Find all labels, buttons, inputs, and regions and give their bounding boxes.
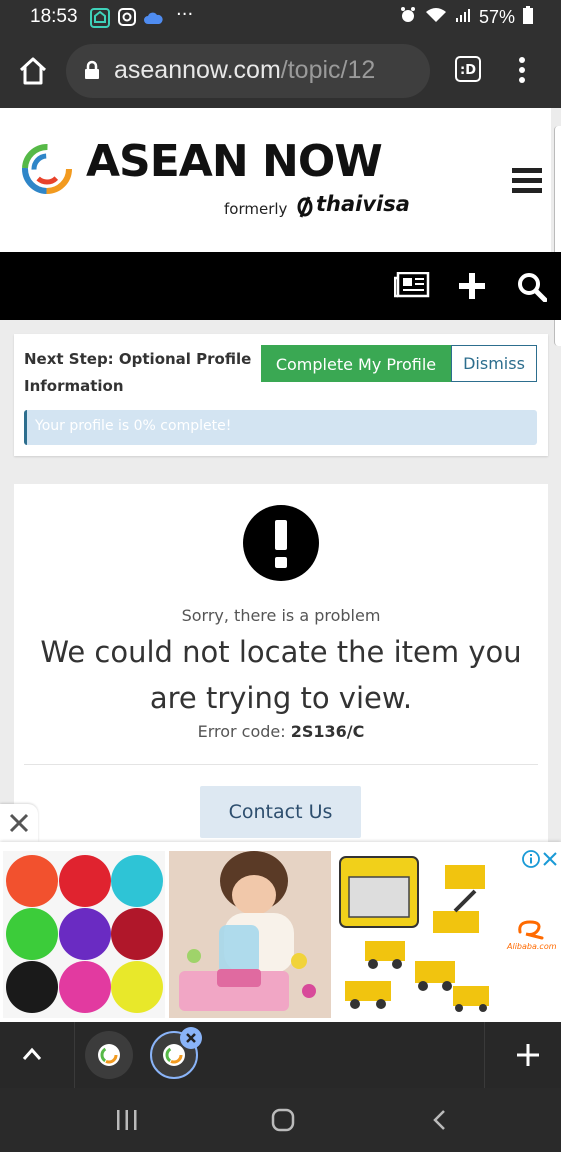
exclamation-alert-icon bbox=[243, 505, 319, 581]
error-code-label: Error code: bbox=[197, 722, 286, 741]
back-icon[interactable] bbox=[432, 1109, 446, 1135]
news-feed-icon[interactable] bbox=[393, 271, 430, 302]
home-icon[interactable] bbox=[18, 56, 48, 90]
cloud-icon bbox=[143, 10, 163, 29]
url-path: /topic/12 bbox=[280, 56, 376, 84]
site-header: ASEAN NOW formerly thaivisa bbox=[0, 108, 551, 252]
search-icon[interactable] bbox=[517, 272, 548, 306]
tab-thumbnail-1[interactable] bbox=[85, 1031, 133, 1079]
wifi-icon bbox=[425, 7, 447, 28]
instagram-icon bbox=[118, 8, 136, 30]
lock-icon bbox=[84, 60, 100, 84]
address-bar[interactable]: aseannow.com/topic/12 bbox=[66, 44, 430, 98]
home-nav-icon[interactable] bbox=[271, 1108, 295, 1136]
dismiss-button[interactable]: Dismiss bbox=[451, 345, 537, 382]
error-sorry-text: Sorry, there is a problem bbox=[181, 606, 381, 625]
site-logo-text[interactable]: ASEAN NOW bbox=[86, 136, 383, 187]
system-navigation-bar bbox=[0, 1088, 561, 1152]
ad-image-construction-toys[interactable] bbox=[335, 851, 495, 1018]
profile-step-title: Next Step: Optional Profile Information bbox=[24, 350, 252, 395]
profile-progress-text: Your profile is 0% complete! bbox=[35, 418, 232, 434]
ad-close-icon[interactable] bbox=[543, 851, 557, 870]
close-tab-icon[interactable] bbox=[180, 1027, 202, 1049]
divider bbox=[484, 1022, 485, 1088]
error-code-line: Error code: 2S136/C bbox=[14, 722, 548, 741]
ad-banner[interactable]: Alibaba.com bbox=[0, 842, 561, 1022]
new-tab-plus-icon[interactable] bbox=[517, 1044, 539, 1070]
divider bbox=[74, 1022, 75, 1088]
battery-icon bbox=[523, 6, 533, 29]
status-bar: 18:53 ··· 57% bbox=[0, 0, 561, 34]
error-code-value: 2S136/C bbox=[290, 722, 365, 741]
contact-us-button[interactable]: Contact Us bbox=[200, 786, 361, 838]
error-card: Sorry, there is a problem We could not l… bbox=[14, 484, 548, 884]
add-plus-icon[interactable] bbox=[459, 273, 485, 303]
url-text: aseannow.com/topic/12 bbox=[114, 56, 375, 85]
hamburger-menu-icon[interactable] bbox=[512, 168, 542, 198]
alarm-icon bbox=[399, 6, 417, 29]
browser-tab-strip bbox=[0, 1022, 561, 1088]
thaivisa-logo-icon bbox=[296, 196, 314, 222]
profile-progress-bar: Your profile is 0% complete! bbox=[24, 410, 537, 445]
chevron-up-icon[interactable] bbox=[22, 1046, 42, 1065]
url-host: aseannow.com bbox=[114, 56, 281, 84]
error-headline: We could not locate the item you are try… bbox=[40, 635, 522, 715]
home-app-icon bbox=[90, 8, 110, 32]
menu-more-icon[interactable] bbox=[518, 56, 526, 88]
thaivisa-brand: thaivisa bbox=[316, 192, 410, 216]
ad-info-icon[interactable] bbox=[522, 850, 540, 872]
signal-icon bbox=[455, 7, 471, 28]
browser-toolbar: aseannow.com/topic/12 :D bbox=[0, 34, 561, 108]
tab-switcher-button[interactable]: :D bbox=[455, 56, 481, 82]
status-time: 18:53 bbox=[30, 6, 78, 27]
asean-now-logo-icon[interactable] bbox=[20, 142, 74, 200]
profile-completion-card: Next Step: Optional Profile Information … bbox=[14, 334, 548, 456]
complete-profile-button[interactable]: Complete My Profile bbox=[261, 345, 451, 382]
ad-close-tab[interactable] bbox=[0, 804, 38, 842]
ad-image-toy-kitchen[interactable] bbox=[169, 851, 331, 1018]
site-nav-bar bbox=[0, 252, 561, 320]
ad-image-golf-balls[interactable] bbox=[3, 851, 165, 1018]
close-icon[interactable] bbox=[9, 813, 29, 837]
recent-apps-icon[interactable] bbox=[116, 1110, 138, 1134]
battery-percent: 57% bbox=[478, 7, 515, 27]
formerly-label: formerly bbox=[224, 200, 288, 218]
divider bbox=[24, 764, 538, 765]
more-notifications-icon: ··· bbox=[176, 4, 194, 25]
alibaba-text: Alibaba.com bbox=[507, 942, 557, 951]
